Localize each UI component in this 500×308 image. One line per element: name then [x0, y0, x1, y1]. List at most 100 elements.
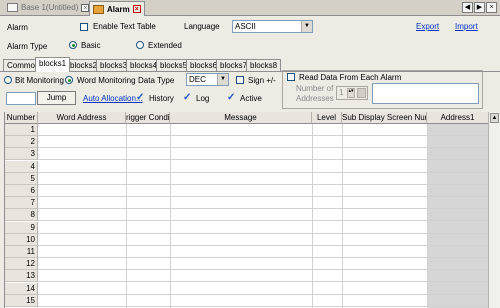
table-row	[38, 196, 489, 197]
alarm-label: Alarm	[7, 23, 28, 32]
table-row	[38, 244, 489, 246]
row-number[interactable]: 12	[5, 258, 38, 271]
column-header-level[interactable]: Level	[312, 112, 342, 124]
bit-monitoring-label: Bit Monitoring	[15, 76, 64, 85]
export-link[interactable]: Export	[416, 22, 439, 31]
enable-text-table-checkbox[interactable]	[80, 23, 88, 31]
row-number[interactable]: 15	[5, 294, 38, 307]
alarm-icon	[93, 4, 104, 14]
row-number[interactable]: 9	[5, 221, 38, 234]
language-select[interactable]: ASCII ▼	[232, 20, 313, 33]
word-monitoring-radio[interactable]	[65, 76, 73, 84]
column-header-message[interactable]: Message	[170, 112, 312, 124]
language-value: ASCII	[235, 22, 256, 31]
tab-alarm-label: Alarm	[107, 4, 130, 14]
table-row	[38, 135, 489, 136]
language-label: Language	[184, 22, 220, 31]
table-row	[38, 305, 489, 307]
row-number[interactable]: 2	[5, 136, 38, 149]
data-type-label: Data Type	[138, 76, 175, 85]
column-header-address1[interactable]: Address1	[427, 112, 489, 124]
spinner-arrows-icon[interactable]: ▴▾	[347, 88, 355, 98]
auto-allocation-link[interactable]: Auto Allocation...	[83, 94, 143, 103]
alarm-type-label: Alarm Type	[7, 42, 48, 51]
sign-label: Sign +/-	[248, 76, 276, 85]
log-check-icon[interactable]: ✓	[183, 93, 191, 103]
table-row	[38, 159, 489, 161]
data-type-value: DEC	[189, 75, 206, 84]
sign-checkbox[interactable]	[236, 76, 244, 84]
row-number[interactable]: 14	[5, 282, 38, 295]
table-row	[38, 183, 489, 185]
screen-icon	[7, 3, 18, 12]
row-number[interactable]: 3	[5, 148, 38, 161]
active-label: Active	[240, 94, 262, 103]
alarm-type-basic-radio[interactable]	[69, 41, 77, 49]
address1-column-cells	[427, 124, 489, 308]
table-row	[38, 232, 489, 234]
tab-blocks1[interactable]: blocks1	[35, 57, 71, 72]
alarm-table[interactable]: Number Word Address rigger Conditic Mess…	[4, 112, 489, 308]
column-divider	[126, 124, 127, 308]
column-divider	[427, 124, 428, 308]
scroll-left-icon[interactable]: ◀	[462, 2, 473, 13]
enable-text-table-label: Enable Text Table	[93, 22, 156, 31]
log-label: Log	[196, 94, 210, 103]
address-input[interactable]	[372, 83, 479, 104]
read-data-label: Read Data From Each Alarm	[299, 73, 402, 82]
row-number[interactable]: 7	[5, 197, 38, 210]
tab-base-1[interactable]: Base 1(Untitled) ×	[4, 1, 92, 14]
word-monitoring-label: Word Monitoring	[77, 76, 136, 85]
tab-blocks8[interactable]: blocks8	[246, 59, 282, 71]
alarm-type-extended-radio[interactable]	[136, 41, 144, 49]
row-number[interactable]: 13	[5, 270, 38, 283]
column-header-trigger-condition[interactable]: rigger Conditic	[126, 112, 170, 124]
column-divider	[312, 124, 313, 308]
tab-alarm[interactable]: Alarm ×	[89, 1, 145, 16]
arrow-up-icon[interactable]: ▲	[490, 113, 499, 123]
column-divider	[170, 124, 171, 308]
column-header-sub-display[interactable]: Sub Display Screen Number	[342, 112, 427, 124]
bit-monitoring-radio[interactable]	[4, 76, 12, 84]
row-number[interactable]: 1	[5, 124, 38, 136]
address-count-value: 1	[339, 88, 344, 97]
vertical-scrollbar[interactable]: ▲	[488, 112, 500, 308]
active-check-icon[interactable]: ✓	[227, 93, 235, 103]
table-row	[38, 147, 489, 149]
history-label: History	[149, 94, 174, 103]
row-number[interactable]: 11	[5, 246, 38, 258]
table-row	[38, 269, 489, 271]
table-row	[38, 171, 489, 173]
column-header-word-address[interactable]: Word Address	[38, 112, 126, 124]
jump-button[interactable]: Jump	[37, 91, 76, 105]
close-icon[interactable]: ×	[486, 2, 497, 13]
read-data-checkbox[interactable]	[287, 73, 295, 81]
keypad-icon[interactable]	[357, 88, 366, 98]
table-row	[38, 257, 489, 258]
jump-input[interactable]	[6, 92, 36, 105]
column-header-number[interactable]: Number	[5, 112, 38, 124]
history-check-icon[interactable]: ✓	[136, 93, 144, 103]
address-count-spinner[interactable]: 1 ▴▾	[336, 86, 368, 100]
row-number[interactable]: 6	[5, 185, 38, 197]
table-row	[38, 220, 489, 222]
addresses-label: Addresses	[296, 94, 334, 103]
table-row	[38, 208, 489, 210]
chevron-down-icon: ▼	[301, 21, 312, 32]
close-tab-icon[interactable]: ×	[132, 5, 141, 13]
table-row	[38, 293, 489, 295]
scroll-right-icon[interactable]: ▶	[474, 2, 485, 13]
row-number[interactable]: 5	[5, 172, 38, 185]
alarm-type-basic-label: Basic	[81, 41, 101, 50]
row-number[interactable]: 4	[5, 160, 38, 173]
column-divider	[342, 124, 343, 308]
chevron-down-icon: ▼	[217, 74, 228, 85]
tab-base-1-label: Base 1(Untitled)	[21, 3, 79, 12]
alarm-type-extended-label: Extended	[148, 41, 182, 50]
import-link[interactable]: Import	[455, 22, 478, 31]
table-row	[38, 281, 489, 283]
data-type-select[interactable]: DEC ▼	[186, 73, 229, 86]
row-number[interactable]: 10	[5, 233, 38, 246]
row-number[interactable]: 8	[5, 209, 38, 222]
number-of-label: Number of	[296, 84, 334, 93]
